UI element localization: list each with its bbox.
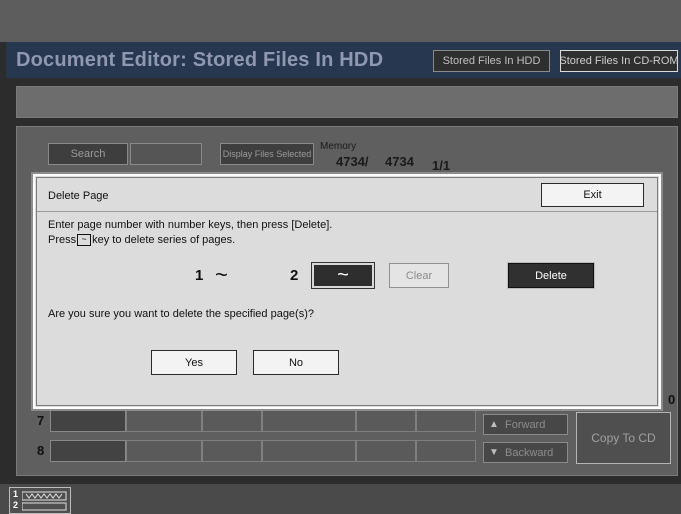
- backward-label: Backward: [505, 446, 554, 459]
- backward-button[interactable]: ▼ Backward: [483, 442, 568, 463]
- range-separator: ~: [215, 262, 228, 287]
- tab-stored-files-hdd[interactable]: Stored Files In HDD: [433, 50, 550, 72]
- forward-button[interactable]: ▲ Forward: [483, 414, 568, 435]
- job-marker-1: 1: [13, 489, 19, 499]
- start-page-value: 1: [195, 267, 204, 284]
- search-input[interactable]: [130, 143, 202, 165]
- table-cell: [202, 440, 262, 462]
- instruction-line-1: Enter page number with number keys, then…: [48, 219, 333, 231]
- dialog-title: Delete Page: [48, 190, 109, 202]
- yes-button[interactable]: Yes: [151, 350, 237, 375]
- memory-label: Memory: [320, 141, 357, 152]
- instruction-line-2: Press ~ key to delete series of pages.: [48, 234, 235, 246]
- table-cell: [126, 410, 202, 432]
- page-indicator: 1/1: [432, 158, 451, 173]
- exit-button[interactable]: Exit: [541, 183, 644, 207]
- table-cell: [262, 440, 356, 462]
- instruction-press-text: Press: [48, 234, 77, 246]
- forward-label: Forward: [505, 418, 546, 431]
- table-cell: [416, 410, 476, 432]
- memory-free-value: 4734/: [336, 154, 369, 169]
- page-title: Document Editor: Stored Files In HDD: [16, 49, 384, 71]
- job-marker-2: 2: [13, 500, 19, 510]
- tab-stored-files-cdrom[interactable]: Stored Files In CD-ROM: [559, 50, 679, 72]
- memory-total-value: 4734: [385, 154, 414, 169]
- range-key-button[interactable]: ~: [311, 262, 375, 289]
- no-button[interactable]: No: [253, 350, 339, 375]
- message-bar: [16, 86, 678, 118]
- file-row-button[interactable]: [50, 440, 126, 462]
- triangle-down-icon: ▼: [489, 446, 499, 458]
- instruction-key-text: key to delete series of pages.: [92, 234, 236, 246]
- copy-to-cd-button[interactable]: Copy To CD: [576, 412, 671, 464]
- delete-button[interactable]: Delete: [507, 262, 595, 289]
- table-cell: [262, 410, 356, 432]
- top-bar: [0, 0, 681, 42]
- table-cell: [416, 440, 476, 462]
- search-button[interactable]: Search: [48, 143, 128, 165]
- row-number: 7: [37, 413, 45, 428]
- page-number-partial: 0: [668, 392, 676, 407]
- triangle-up-icon: ▲: [489, 418, 499, 430]
- confirm-question: Are you sure you want to delete the spec…: [48, 308, 314, 320]
- table-cell: [202, 410, 262, 432]
- end-page-value: 2: [290, 267, 299, 284]
- tilde-key-icon: ~: [77, 234, 92, 246]
- row-number: 8: [37, 443, 45, 458]
- status-bar: [0, 484, 681, 514]
- clear-button[interactable]: Clear: [389, 263, 449, 288]
- job-status-icon: 1 2: [9, 487, 71, 514]
- table-cell: [356, 410, 416, 432]
- table-cell: [126, 440, 202, 462]
- display-files-selected-button[interactable]: Display Files Selected: [220, 143, 314, 165]
- file-row-button[interactable]: [50, 410, 126, 432]
- table-cell: [356, 440, 416, 462]
- printer-queue-icon: [22, 491, 67, 511]
